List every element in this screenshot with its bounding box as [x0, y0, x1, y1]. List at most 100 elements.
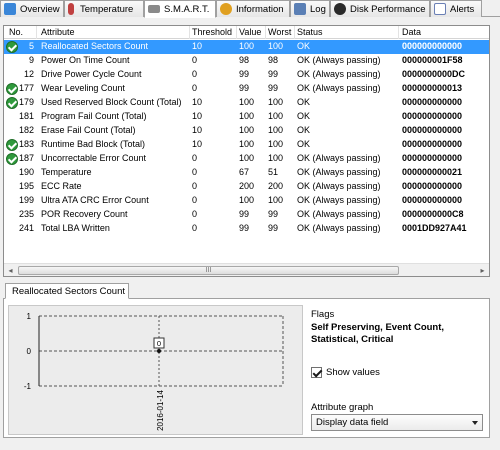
- cell-no: 179: [18, 97, 34, 107]
- cell-worst: 100: [268, 139, 284, 149]
- column-separator[interactable]: [36, 26, 37, 39]
- cell-no: 177: [18, 83, 34, 93]
- table-row[interactable]: 187 Uncorrectable Error Count 0 100 100 OK (A…: [4, 152, 489, 166]
- scrollbar-thumb[interactable]: III: [18, 266, 399, 275]
- cell-worst: 200: [268, 181, 284, 191]
- table-row[interactable]: 9 Power On Time Count 0 98 98 OK (Always pass…: [4, 54, 489, 68]
- cell-data: 0000000000C8: [402, 209, 464, 219]
- info-icon: [220, 3, 232, 15]
- table-row[interactable]: 12 Drive Power Cycle Count 0 99 99 OK (Always…: [4, 68, 489, 82]
- tab-label: Temperature: [80, 3, 134, 15]
- cell-attribute: POR Recovery Count: [41, 209, 128, 219]
- table-header: No. Attribute Threshold Value Worst Stat…: [4, 26, 489, 39]
- show-values-label: Show values: [326, 367, 380, 378]
- scroll-right-arrow-icon[interactable]: ▸: [476, 264, 489, 276]
- cell-status: OK (Always passing): [297, 153, 381, 163]
- column-separator[interactable]: [265, 26, 266, 39]
- cell-no: 9: [28, 55, 34, 65]
- header-threshold[interactable]: Threshold: [192, 27, 232, 37]
- header-status[interactable]: Status: [297, 27, 323, 37]
- checkbox-checked-icon[interactable]: [311, 367, 322, 378]
- attribute-graph-label: Attribute graph: [311, 402, 374, 413]
- cell-value: 100: [239, 97, 255, 107]
- scroll-left-arrow-icon[interactable]: ◂: [4, 264, 17, 276]
- thermometer-icon: [68, 3, 74, 15]
- cell-data: 000000000000: [402, 41, 463, 51]
- data-point-label: 0: [157, 339, 161, 348]
- cell-value: 67: [239, 167, 250, 177]
- tab-temperature[interactable]: Temperature: [64, 0, 144, 17]
- cell-threshold: 0: [192, 153, 198, 163]
- column-separator[interactable]: [189, 26, 190, 39]
- cell-status: OK: [297, 97, 311, 107]
- table-row[interactable]: 179 Used Reserved Block Count (Total) 10 10…: [4, 96, 489, 110]
- cell-value: 98: [239, 55, 250, 65]
- table-row[interactable]: 182 Erase Fail Count (Total) 10 100 100 OK 000…: [4, 124, 489, 138]
- cell-worst: 100: [268, 111, 284, 121]
- cell-no: 5: [28, 41, 34, 51]
- cell-value: 99: [239, 209, 250, 219]
- table-row[interactable]: 199 Ultra ATA CRC Error Count 0 100 100 OK (A…: [4, 194, 489, 208]
- log-icon: [294, 3, 306, 15]
- cell-no: 199: [18, 195, 34, 205]
- header-attribute[interactable]: Attribute: [41, 27, 75, 37]
- tab-alerts[interactable]: Alerts: [430, 0, 482, 17]
- flags-value: Self Preserving, Event Count, Statistica…: [311, 322, 445, 345]
- tab-log[interactable]: Log: [290, 0, 330, 17]
- table-row[interactable]: 195 ECC Rate 0 200 200 OK (Always passing) 000…: [4, 180, 489, 194]
- header-value[interactable]: Value: [239, 27, 261, 37]
- horizontal-scrollbar[interactable]: ◂ III ▸: [4, 263, 489, 276]
- cell-attribute: Total LBA Written: [41, 223, 110, 233]
- cell-attribute: Wear Leveling Count: [41, 83, 125, 93]
- cell-status: OK (Always passing): [297, 195, 381, 205]
- table-row[interactable]: 190 Temperature 0 67 51 OK (Always passing) 00…: [4, 166, 489, 180]
- attribute-graph: 1 0 -1 0 2016-01-14: [8, 305, 303, 435]
- smart-attribute-table[interactable]: No. Attribute Threshold Value Worst Stat…: [3, 25, 490, 277]
- cell-attribute: Used Reserved Block Count (Total): [41, 97, 182, 107]
- cell-value: 100: [239, 153, 255, 163]
- show-values-checkbox[interactable]: Show values: [311, 367, 380, 378]
- table-row[interactable]: 5 Reallocated Sectors Count 10 100 100 OK 0000…: [4, 40, 489, 54]
- cell-attribute: Erase Fail Count (Total): [41, 125, 136, 135]
- cell-value: 99: [239, 69, 250, 79]
- tab-disk-performance[interactable]: Disk Performance: [330, 0, 430, 17]
- cell-value: 100: [239, 195, 255, 205]
- cell-status: OK (Always passing): [297, 209, 381, 219]
- y-tick-label: 1: [27, 312, 32, 321]
- table-row[interactable]: 241 Total LBA Written 0 99 99 OK (Always pass…: [4, 222, 489, 236]
- cell-no: 241: [18, 223, 34, 233]
- header-worst[interactable]: Worst: [268, 27, 291, 37]
- column-separator[interactable]: [398, 26, 399, 39]
- cell-status: OK (Always passing): [297, 223, 381, 233]
- attribute-graph-select[interactable]: Display data field: [311, 414, 483, 431]
- table-row[interactable]: 177 Wear Leveling Count 0 99 99 OK (Always pa…: [4, 82, 489, 96]
- cell-worst: 51: [268, 167, 279, 177]
- cell-value: 100: [239, 125, 255, 135]
- cell-worst: 99: [268, 69, 279, 79]
- cell-data: 000000000000: [402, 195, 463, 205]
- tab-information[interactable]: Information: [216, 0, 290, 17]
- cell-no: 182: [18, 125, 34, 135]
- column-separator[interactable]: [236, 26, 237, 39]
- cell-value: 100: [239, 139, 255, 149]
- table-row[interactable]: 235 POR Recovery Count 0 99 99 OK (Always pas…: [4, 208, 489, 222]
- cell-data: 000000000000: [402, 125, 463, 135]
- scrollbar-grip: III: [205, 267, 212, 274]
- tab-smart[interactable]: S.M.A.R.T.: [144, 0, 216, 18]
- cell-worst: 100: [268, 41, 284, 51]
- cell-data: 000000000000: [402, 111, 463, 121]
- cell-status: OK (Always passing): [297, 69, 381, 79]
- table-row[interactable]: 183 Runtime Bad Block (Total) 10 100 100 OK 00…: [4, 138, 489, 152]
- header-no[interactable]: No.: [9, 27, 23, 37]
- cell-threshold: 10: [192, 41, 203, 51]
- tab-attribute-detail[interactable]: Reallocated Sectors Count: [5, 283, 129, 299]
- cell-no: 187: [18, 153, 34, 163]
- cell-threshold: 0: [192, 55, 198, 65]
- cell-attribute: Program Fail Count (Total): [41, 111, 147, 121]
- column-separator[interactable]: [294, 26, 295, 39]
- table-row[interactable]: 181 Program Fail Count (Total) 10 100 100 OK 0…: [4, 110, 489, 124]
- cell-data: 000000000000: [402, 153, 463, 163]
- cell-attribute: Drive Power Cycle Count: [41, 69, 142, 79]
- header-data[interactable]: Data: [402, 27, 421, 37]
- tab-overview[interactable]: Overview: [0, 0, 64, 17]
